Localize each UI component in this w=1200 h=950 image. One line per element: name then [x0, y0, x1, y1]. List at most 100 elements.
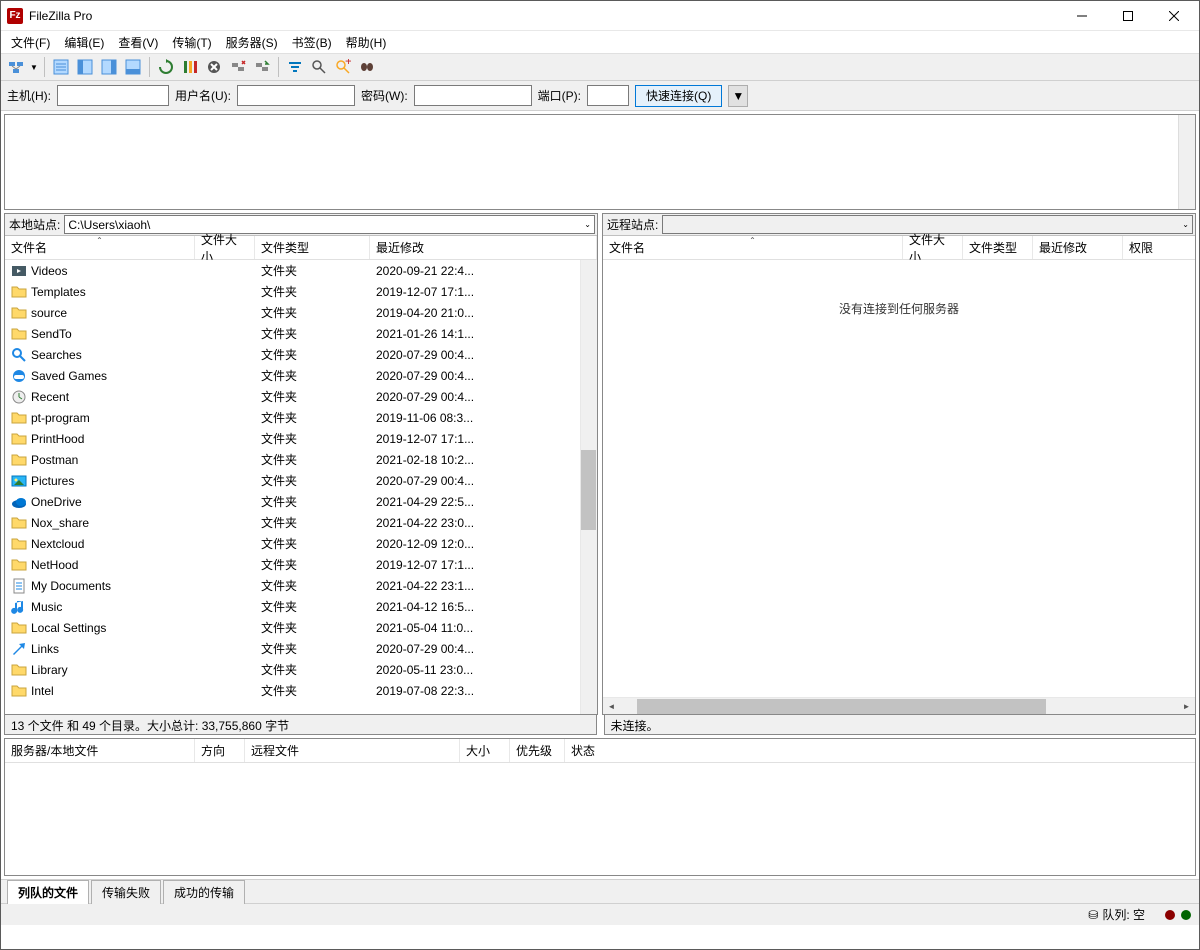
toggle-queue-icon[interactable] [122, 56, 144, 78]
file-row[interactable]: Intel文件夹2019-07-08 22:3... [5, 680, 597, 701]
log-scrollbar[interactable] [1178, 115, 1195, 209]
process-queue-icon[interactable] [179, 56, 201, 78]
file-row[interactable]: Music文件夹2021-04-12 16:5... [5, 596, 597, 617]
remote-file-list[interactable]: 没有连接到任何服务器 [603, 260, 1195, 697]
col-remote[interactable]: 远程文件 [245, 739, 460, 762]
cancel-icon[interactable] [203, 56, 225, 78]
file-row[interactable]: Videos文件夹2020-09-21 22:4... [5, 260, 597, 281]
col-name[interactable]: 文件名⌃ [603, 236, 903, 259]
menu-view[interactable]: 查看(V) [112, 32, 164, 53]
menu-edit[interactable]: 编辑(E) [58, 32, 110, 53]
disconnect-icon[interactable] [227, 56, 249, 78]
file-row[interactable]: Nox_share文件夹2021-04-22 23:0... [5, 512, 597, 533]
port-input[interactable] [587, 85, 629, 106]
col-size[interactable]: 文件大小 [195, 236, 255, 259]
file-modified: 2019-11-06 08:3... [370, 411, 597, 425]
col-type[interactable]: 文件类型 [255, 236, 370, 259]
file-row[interactable]: Saved Games文件夹2020-07-29 00:4... [5, 365, 597, 386]
folder-icon [11, 536, 27, 552]
col-server[interactable]: 服务器/本地文件 [5, 739, 195, 762]
col-qsize[interactable]: 大小 [460, 739, 510, 762]
filter-icon[interactable] [284, 56, 306, 78]
file-row[interactable]: Recent文件夹2020-07-29 00:4... [5, 386, 597, 407]
col-modified[interactable]: 最近修改 [1033, 236, 1123, 259]
message-log[interactable] [4, 114, 1196, 210]
local-file-list[interactable]: Videos文件夹2020-09-21 22:4...Templates文件夹2… [5, 260, 597, 714]
file-row[interactable]: PrintHood文件夹2019-12-07 17:1... [5, 428, 597, 449]
maximize-button[interactable] [1105, 1, 1151, 31]
remote-empty-text: 没有连接到任何服务器 [603, 260, 1195, 317]
sort-asc-icon: ⌃ [749, 236, 756, 245]
menu-transfer[interactable]: 传输(T) [166, 32, 217, 53]
menu-file[interactable]: 文件(F) [5, 32, 56, 53]
host-input[interactable] [57, 85, 169, 106]
file-row[interactable]: SendTo文件夹2021-01-26 14:1... [5, 323, 597, 344]
file-row[interactable]: Pictures文件夹2020-07-29 00:4... [5, 470, 597, 491]
col-priority[interactable]: 优先级 [510, 739, 565, 762]
file-row[interactable]: Nextcloud文件夹2020-12-09 12:0... [5, 533, 597, 554]
tab-successful[interactable]: 成功的传输 [163, 880, 245, 904]
search-remote-icon[interactable] [356, 56, 378, 78]
remote-columns: 文件名⌃ 文件大小 文件类型 最近修改 权限 [603, 236, 1195, 260]
tab-queued[interactable]: 列队的文件 [7, 880, 89, 904]
quickconnect-bar: 主机(H): 用户名(U): 密码(W): 端口(P): 快速连接(Q) ▼ [1, 81, 1199, 111]
remote-hscroll[interactable]: ◄ ► [603, 697, 1195, 714]
local-scrollbar[interactable] [580, 260, 597, 714]
file-row[interactable]: My Documents文件夹2021-04-22 23:1... [5, 575, 597, 596]
pictures-icon [11, 473, 27, 489]
minimize-button[interactable] [1059, 1, 1105, 31]
col-direction[interactable]: 方向 [195, 739, 245, 762]
file-type: 文件夹 [255, 262, 370, 279]
toggle-log-icon[interactable] [50, 56, 72, 78]
col-qstatus[interactable]: 状态 [565, 739, 1195, 762]
local-path-combo[interactable]: C:\Users\xiaoh\ ⌄ [64, 215, 595, 234]
quickconnect-button[interactable]: 快速连接(Q) [635, 85, 722, 107]
close-button[interactable] [1151, 1, 1197, 31]
dropdown-icon[interactable]: ▼ [29, 56, 39, 78]
file-modified: 2019-07-08 22:3... [370, 684, 597, 698]
username-input[interactable] [237, 85, 355, 106]
file-row[interactable]: Local Settings文件夹2021-05-04 11:0... [5, 617, 597, 638]
menu-bookmarks[interactable]: 书签(B) [286, 32, 338, 53]
col-modified[interactable]: 最近修改 [370, 236, 597, 259]
file-row[interactable]: Links文件夹2020-07-29 00:4... [5, 638, 597, 659]
chevron-down-icon: ⌄ [584, 220, 591, 229]
scroll-right-icon[interactable]: ► [1178, 698, 1195, 715]
file-row[interactable]: Postman文件夹2021-02-18 10:2... [5, 449, 597, 470]
scroll-left-icon[interactable]: ◄ [603, 698, 620, 715]
file-modified: 2020-07-29 00:4... [370, 390, 597, 404]
site-manager-icon[interactable] [5, 56, 27, 78]
col-perm[interactable]: 权限 [1123, 236, 1195, 259]
file-type: 文件夹 [255, 535, 370, 552]
local-path-bar: 本地站点: C:\Users\xiaoh\ ⌄ [5, 214, 597, 236]
file-row[interactable]: source文件夹2019-04-20 21:0... [5, 302, 597, 323]
compare-icon[interactable] [308, 56, 330, 78]
link-icon [11, 641, 27, 657]
file-modified: 2019-12-07 17:1... [370, 558, 597, 572]
file-row[interactable]: pt-program文件夹2019-11-06 08:3... [5, 407, 597, 428]
file-row[interactable]: Templates文件夹2019-12-07 17:1... [5, 281, 597, 302]
remote-pane: 远程站点: ⌄ 文件名⌃ 文件大小 文件类型 最近修改 权限 没有连接到任何服务… [602, 213, 1196, 715]
file-row[interactable]: Library文件夹2020-05-11 23:0... [5, 659, 597, 680]
toggle-local-tree-icon[interactable] [74, 56, 96, 78]
refresh-icon[interactable] [155, 56, 177, 78]
file-name: Intel [31, 684, 54, 698]
file-name: NetHood [31, 558, 78, 572]
file-row[interactable]: OneDrive文件夹2021-04-29 22:5... [5, 491, 597, 512]
col-type[interactable]: 文件类型 [963, 236, 1033, 259]
local-site-label: 本地站点: [5, 216, 64, 233]
toggle-remote-tree-icon[interactable] [98, 56, 120, 78]
reconnect-icon[interactable] [251, 56, 273, 78]
videos-icon [11, 263, 27, 279]
file-row[interactable]: NetHood文件夹2019-12-07 17:1... [5, 554, 597, 575]
sync-browse-icon[interactable]: + [332, 56, 354, 78]
menu-help[interactable]: 帮助(H) [340, 32, 393, 53]
col-name[interactable]: 文件名⌃ [5, 236, 195, 259]
menu-server[interactable]: 服务器(S) [220, 32, 284, 53]
queue-tabs: 列队的文件 传输失败 成功的传输 [1, 879, 1199, 903]
col-size[interactable]: 文件大小 [903, 236, 963, 259]
password-input[interactable] [414, 85, 532, 106]
file-row[interactable]: Searches文件夹2020-07-29 00:4... [5, 344, 597, 365]
quickconnect-dropdown[interactable]: ▼ [728, 85, 748, 107]
tab-failed[interactable]: 传输失败 [91, 880, 161, 904]
